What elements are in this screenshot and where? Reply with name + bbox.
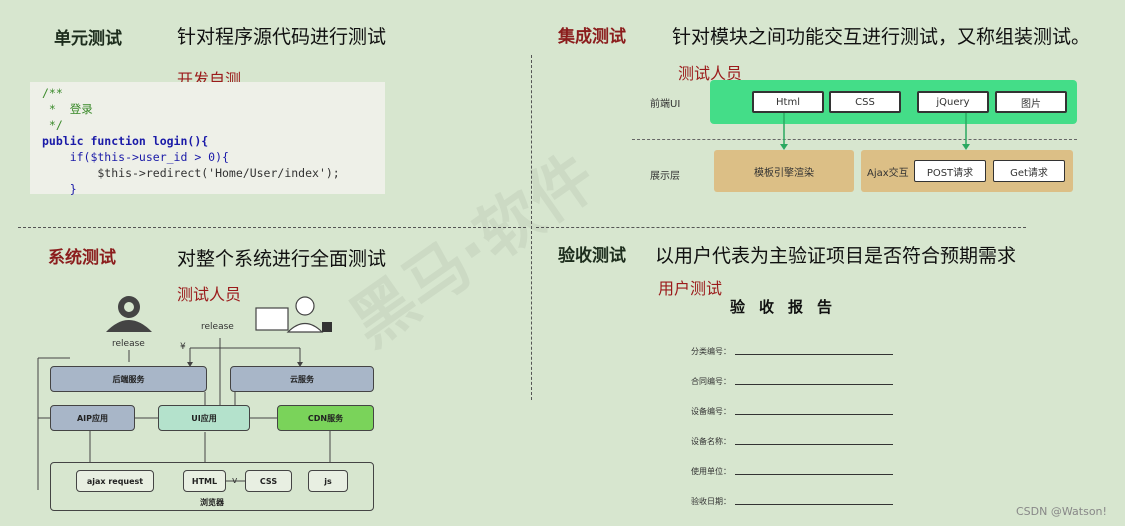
browser-item: ajax request xyxy=(76,470,154,492)
ajax-label: Ajax交互 xyxy=(867,167,909,179)
code-line: * 登录 xyxy=(42,102,93,116)
unit-test-title: 单元测试 xyxy=(54,29,122,49)
report-field-line xyxy=(735,504,893,505)
credit-text: CSDN @Watson! xyxy=(1016,505,1107,518)
integration-test-title: 集成测试 xyxy=(558,27,626,47)
backend-service-box: 后端服务 xyxy=(50,366,207,392)
system-test-title: 系统测试 xyxy=(48,248,116,268)
divider-vertical xyxy=(531,55,532,400)
system-diagram: release release ¥ 后端服务 云服务 AIP应用 UI应用 CD… xyxy=(30,290,390,515)
cloud-service-box: 云服务 xyxy=(230,366,374,392)
get-request-box: Get请求 xyxy=(993,160,1065,182)
code-snippet: /** * 登录 */ public function login(){ if(… xyxy=(30,82,385,196)
report-field-line xyxy=(735,444,893,445)
code-line: /** xyxy=(42,86,63,100)
post-request-box: POST请求 xyxy=(914,160,986,182)
aip-app-box: AIP应用 xyxy=(50,405,135,431)
ui-app-box: UI应用 xyxy=(158,405,250,431)
code-line: */ xyxy=(42,118,63,132)
acceptance-test-subtitle: 用户测试 xyxy=(658,279,723,298)
report-field-label: 验收日期： xyxy=(691,497,731,506)
release-right-label: release xyxy=(201,322,234,332)
report-title: 验收报告 xyxy=(730,298,847,316)
report-field-label: 设备编号： xyxy=(691,407,731,416)
browser-label: 浏览器 xyxy=(200,498,224,507)
display-label: 展示层 xyxy=(650,171,680,182)
system-test-desc: 对整个系统进行全面测试 xyxy=(177,248,387,270)
code-line: public function login(){ xyxy=(42,134,209,148)
report-field-line xyxy=(735,384,893,385)
v-mark: v xyxy=(232,476,238,486)
template-engine-box: 模板引擎渲染 xyxy=(714,150,854,192)
code-line: } xyxy=(42,182,77,196)
integration-test-desc: 针对模块之间功能交互进行测试，又称组装测试。 xyxy=(672,26,1091,48)
code-line: $this->redirect('Home/User/index'); xyxy=(42,166,340,180)
report-field-label: 使用单位： xyxy=(691,467,731,476)
unit-test-desc: 针对程序源代码进行测试 xyxy=(177,26,387,48)
integration-diagram: 前端UI Html CSS jQuery 图片 展示层 模板引擎渲染 Ajax交… xyxy=(632,76,1077,196)
divider-left xyxy=(18,227,526,228)
report-field-line xyxy=(735,354,893,355)
release-left-label: release xyxy=(112,339,145,349)
browser-item: js xyxy=(308,470,348,492)
code-line: if($this->user_id > 0){ xyxy=(42,150,229,164)
divider-right xyxy=(536,227,1026,228)
yen-mark: ¥ xyxy=(180,342,186,352)
report-field-line xyxy=(735,414,893,415)
cdn-service-box: CDN服务 xyxy=(277,405,374,431)
report-field-label: 设备名称： xyxy=(691,437,731,446)
acceptance-test-desc: 以用户代表为主验证项目是否符合预期需求 xyxy=(655,245,1017,267)
browser-item: HTML xyxy=(183,470,226,492)
browser-item: CSS xyxy=(245,470,292,492)
report-field-label: 分类编号： xyxy=(691,347,731,356)
report-field-line xyxy=(735,474,893,475)
acceptance-test-title: 验收测试 xyxy=(558,246,626,266)
report-field-label: 合同编号： xyxy=(691,377,731,386)
